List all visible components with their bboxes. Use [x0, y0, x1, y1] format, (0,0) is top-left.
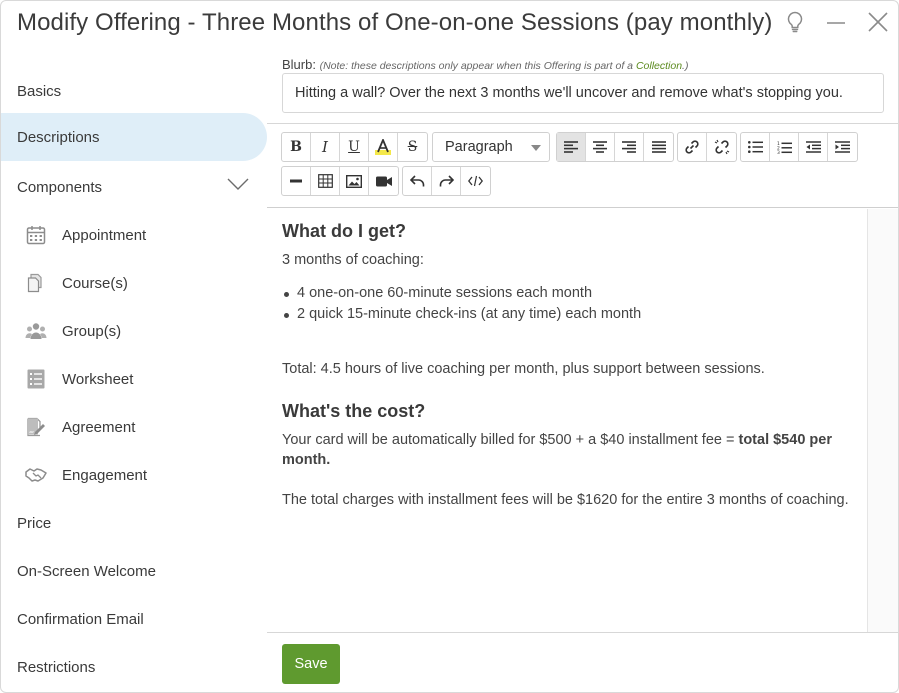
- content-total: Total: 4.5 hours of live coaching per mo…: [282, 361, 765, 377]
- sidebar-item-label: Agreement: [62, 418, 136, 436]
- footer-bar: Save: [267, 632, 898, 692]
- bullet-list-icon[interactable]: [741, 133, 770, 161]
- chevron-down-icon[interactable]: [227, 177, 249, 195]
- minimize-icon[interactable]: [823, 9, 849, 35]
- align-left-button[interactable]: [557, 133, 586, 161]
- lightbulb-icon[interactable]: [782, 9, 808, 35]
- unlink-icon[interactable]: [707, 133, 736, 161]
- link-icon[interactable]: [678, 133, 707, 161]
- editor-toolbar: B I U S Paragraph 1 2 3: [267, 124, 898, 208]
- sidebar-item-label: Restrictions: [17, 658, 96, 676]
- sidebar-item-label: Engagement: [62, 466, 148, 484]
- numbered-list-icon[interactable]: 123: [770, 133, 799, 161]
- sidebar-item-engagement[interactable]: Engagement: [1, 451, 267, 499]
- sidebar-item-groups[interactable]: Group(s): [1, 307, 267, 355]
- code-view-icon[interactable]: [461, 167, 490, 195]
- dropdown-caret-icon: [531, 145, 541, 151]
- calendar-icon: [25, 224, 47, 246]
- title-bar: Modify Offering - Three Months of One-on…: [1, 1, 898, 47]
- content-heading-what-do-i-get: What do I get?: [282, 221, 406, 241]
- table-icon[interactable]: [311, 167, 340, 195]
- documents-icon: [25, 272, 47, 294]
- cost-text: Your card will be automatically billed f…: [282, 432, 739, 448]
- list-item: 4 one-on-one 60-minute sessions each mon…: [282, 283, 852, 304]
- sidebar-item-label: Price: [17, 514, 52, 532]
- blurb-label: Blurb:: [282, 57, 316, 72]
- sidebar-item-confirmation-email[interactable]: Confirmation Email: [1, 595, 267, 643]
- sidebar-item-components[interactable]: Components: [1, 163, 267, 211]
- blurb-input[interactable]: Hitting a wall? Over the next 3 months w…: [282, 73, 884, 113]
- modify-offering-window: Modify Offering - Three Months of One-on…: [0, 0, 899, 693]
- sidebar-nav: Basics Descriptions Components Appointme…: [1, 67, 267, 692]
- editor-content[interactable]: What do I get? 3 months of coaching: 4 o…: [267, 209, 867, 632]
- collection-link[interactable]: Collection: [636, 60, 682, 72]
- indent-icon[interactable]: [828, 133, 857, 161]
- blurb-note-suffix: .): [682, 60, 689, 72]
- align-center-button[interactable]: [586, 133, 615, 161]
- sidebar-item-appointment[interactable]: Appointment: [1, 211, 267, 259]
- handshake-icon: [25, 464, 47, 486]
- save-button[interactable]: Save: [282, 644, 340, 684]
- svg-text:3: 3: [777, 150, 780, 154]
- image-icon[interactable]: [340, 167, 369, 195]
- outdent-icon[interactable]: [799, 133, 828, 161]
- redo-icon[interactable]: [432, 167, 461, 195]
- sidebar-item-restrictions[interactable]: Restrictions: [1, 643, 267, 691]
- sidebar-item-worksheet[interactable]: Worksheet: [1, 355, 267, 403]
- underline-button[interactable]: U: [340, 133, 369, 161]
- group-icon: [25, 320, 47, 342]
- paragraph-format-select[interactable]: Paragraph: [432, 132, 550, 162]
- video-icon[interactable]: [369, 167, 398, 195]
- content-charges: The total charges with installment fees …: [282, 492, 849, 508]
- sidebar-item-price[interactable]: Price: [1, 499, 267, 547]
- content-intro: 3 months of coaching:: [282, 252, 424, 268]
- insert-group: [281, 166, 399, 196]
- editor-scrollbar[interactable]: [867, 209, 898, 632]
- strikethrough-button[interactable]: S: [398, 133, 427, 161]
- content-bullet-list: 4 one-on-one 60-minute sessions each mon…: [282, 283, 852, 325]
- align-justify-button[interactable]: [644, 133, 673, 161]
- sidebar-item-label: Descriptions: [17, 128, 100, 146]
- sidebar-item-descriptions[interactable]: Descriptions: [1, 113, 267, 161]
- sidebar-item-basics[interactable]: Basics: [1, 67, 267, 115]
- sidebar-item-label: On-Screen Welcome: [17, 562, 156, 580]
- sidebar-item-on-screen-welcome[interactable]: On-Screen Welcome: [1, 547, 267, 595]
- sidebar-item-agreement[interactable]: Agreement: [1, 403, 267, 451]
- blurb-label-row: Blurb: (Note: these descriptions only ap…: [282, 57, 688, 72]
- bold-button[interactable]: B: [282, 133, 311, 161]
- content-cost: Your card will be automatically billed f…: [282, 430, 852, 470]
- signature-icon: [25, 416, 47, 438]
- paragraph-format-value: Paragraph: [445, 139, 513, 155]
- blurb-note: (Note: these descriptions only appear wh…: [320, 60, 689, 72]
- sidebar-item-label: Worksheet: [62, 370, 134, 388]
- alignment-group: [556, 132, 674, 162]
- sidebar-item-label: Course(s): [62, 274, 128, 292]
- sidebar-item-label: Components: [17, 178, 103, 196]
- align-right-button[interactable]: [615, 133, 644, 161]
- close-icon[interactable]: [865, 9, 891, 35]
- list-item: 2 quick 15-minute check-ins (at any time…: [282, 304, 852, 325]
- content-heading-cost: What's the cost?: [282, 401, 426, 421]
- sidebar-item-courses[interactable]: Course(s): [1, 259, 267, 307]
- worksheet-icon: [25, 368, 47, 390]
- sidebar-item-label: Appointment: [62, 226, 147, 244]
- sidebar-item-label: Basics: [17, 82, 62, 100]
- horizontal-rule-icon[interactable]: [282, 167, 311, 195]
- list-group: 123: [740, 132, 858, 162]
- history-group: [402, 166, 491, 196]
- undo-icon[interactable]: [403, 167, 432, 195]
- window-title: Modify Offering - Three Months of One-on…: [17, 9, 773, 36]
- highlight-button[interactable]: [369, 133, 398, 161]
- descriptions-panel: Blurb: (Note: these descriptions only ap…: [267, 47, 898, 692]
- sidebar-item-label: Confirmation Email: [17, 610, 144, 628]
- link-group: [677, 132, 737, 162]
- sidebar-item-label: Group(s): [62, 322, 122, 340]
- blurb-note-prefix: (Note: these descriptions only appear wh…: [319, 60, 636, 72]
- text-style-group: B I U S: [281, 132, 428, 162]
- rich-text-editor: B I U S Paragraph 1 2 3 What do I get? 3…: [267, 123, 898, 632]
- italic-button[interactable]: I: [311, 133, 340, 161]
